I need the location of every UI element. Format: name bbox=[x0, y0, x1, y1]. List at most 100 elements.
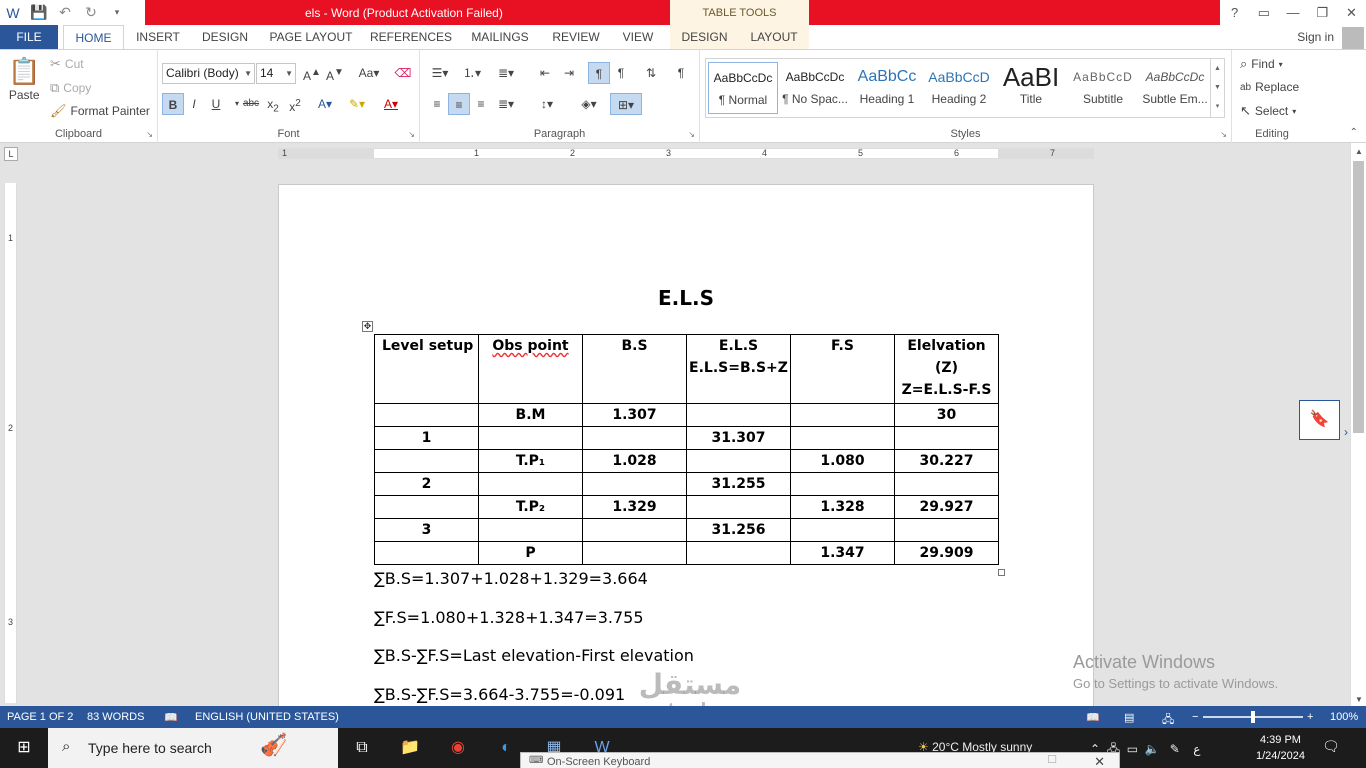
clock[interactable]: 4:39 PM 1/24/2024 bbox=[1256, 732, 1305, 764]
task-view-icon[interactable]: ⧉ bbox=[338, 728, 386, 768]
table-cell[interactable]: 30 bbox=[894, 403, 999, 427]
wifi-icon[interactable]: ▭ bbox=[1127, 742, 1138, 756]
close-button[interactable]: ✕ bbox=[1337, 0, 1366, 25]
language-indicator[interactable]: ENGLISH (UNITED STATES) bbox=[195, 711, 339, 723]
justify-icon[interactable]: ≣▾ bbox=[492, 93, 520, 115]
multilevel-list-icon[interactable]: ≣▾ bbox=[492, 62, 520, 84]
superscript-icon[interactable]: x2 bbox=[284, 93, 306, 115]
numbering-icon[interactable]: ⒈▾ bbox=[458, 62, 486, 84]
font-size-combo[interactable]: 14 ▼ bbox=[256, 63, 296, 84]
table-header-cell[interactable]: Elelvation (Z) Z=E.L.S-F.S bbox=[894, 334, 999, 404]
table-header-cell[interactable]: E.L.S E.L.S=B.S+Z bbox=[686, 334, 791, 404]
shrink-font-icon[interactable]: A▼ bbox=[324, 62, 346, 84]
table-cell[interactable] bbox=[374, 541, 479, 565]
table-cell[interactable] bbox=[894, 426, 999, 450]
zoom-out-icon[interactable]: − bbox=[1192, 711, 1198, 723]
style-heading-1[interactable]: AaBbCc Heading 1 bbox=[852, 62, 922, 114]
tab-design[interactable]: DESIGN bbox=[197, 25, 253, 49]
style-subtle-emphasis[interactable]: AaBbCcDc Subtle Em... bbox=[1140, 62, 1210, 114]
table-cell[interactable]: 29.909 bbox=[894, 541, 999, 565]
scroll-down-icon[interactable]: ▼ bbox=[1351, 695, 1366, 704]
redo-icon[interactable]: ↻ bbox=[78, 0, 104, 25]
table-cell[interactable] bbox=[582, 541, 687, 565]
table-cell[interactable]: 3 bbox=[374, 518, 479, 542]
table-cell[interactable]: 1.328 bbox=[790, 495, 895, 519]
table-move-handle-icon[interactable]: ✥ bbox=[362, 321, 373, 332]
borders-icon[interactable]: ⊞▾ bbox=[610, 93, 642, 115]
table-cell[interactable]: 2 bbox=[374, 472, 479, 496]
table-cell[interactable] bbox=[478, 518, 583, 542]
sign-in-link[interactable]: Sign in bbox=[1297, 30, 1334, 44]
align-center-icon[interactable]: ≡ bbox=[448, 93, 470, 115]
underline-icon[interactable]: U bbox=[205, 93, 227, 115]
table-cell[interactable]: P bbox=[478, 541, 583, 565]
text-effects-icon[interactable]: A▾ bbox=[314, 93, 336, 115]
tab-mailings[interactable]: MAILINGS bbox=[466, 25, 534, 49]
table-cell[interactable]: 1.080 bbox=[790, 449, 895, 473]
vertical-scrollbar[interactable]: ▲ ▼ bbox=[1350, 143, 1366, 706]
tab-table-design[interactable]: DESIGN bbox=[670, 25, 739, 49]
resume-reading-button[interactable]: 🔖 › bbox=[1299, 400, 1348, 440]
file-explorer-icon[interactable]: 📁 bbox=[386, 728, 434, 768]
table-header-cell[interactable]: F.S bbox=[790, 334, 895, 404]
collapse-ribbon-icon[interactable]: ⌃ bbox=[1350, 127, 1358, 138]
undo-icon[interactable]: ↶ bbox=[52, 0, 78, 25]
avatar[interactable] bbox=[1342, 27, 1364, 49]
table-cell[interactable] bbox=[374, 403, 479, 427]
table-cell[interactable]: B.M bbox=[478, 403, 583, 427]
table-cell[interactable] bbox=[790, 426, 895, 450]
table-cell[interactable]: 1.028 bbox=[582, 449, 687, 473]
scroll-thumb[interactable] bbox=[1353, 161, 1364, 433]
align-left-icon[interactable]: ≡ bbox=[426, 93, 448, 115]
table-cell[interactable]: 31.255 bbox=[686, 472, 791, 496]
line-spacing-icon[interactable]: ↕▾ bbox=[532, 93, 562, 115]
style-title[interactable]: AaBI Title bbox=[996, 62, 1066, 114]
subscript-icon[interactable]: x2 bbox=[262, 93, 284, 115]
tab-insert[interactable]: INSERT bbox=[132, 25, 184, 49]
zoom-in-icon[interactable]: + bbox=[1307, 711, 1313, 723]
tab-review[interactable]: REVIEW bbox=[548, 25, 604, 49]
table-header-cell[interactable]: Obs point bbox=[478, 334, 583, 404]
bullets-icon[interactable]: ☰▾ bbox=[426, 62, 454, 84]
dialog-launcher-icon[interactable]: ↘ bbox=[1220, 130, 1227, 139]
els-table[interactable]: Level setup Obs point B.S E.L.S E.L.S=B.… bbox=[374, 334, 999, 565]
strikethrough-icon[interactable]: abc bbox=[240, 93, 262, 115]
pen-icon[interactable]: ✎ bbox=[1170, 742, 1180, 756]
highlight-icon[interactable]: ✎▾ bbox=[346, 93, 368, 115]
table-cell[interactable] bbox=[790, 518, 895, 542]
copy-button[interactable]: ⧉ Copy bbox=[50, 80, 91, 96]
paste-button[interactable]: 📋 Paste bbox=[8, 56, 40, 102]
read-mode-icon[interactable]: 📖 bbox=[1086, 711, 1100, 724]
gallery-more-icon[interactable]: ▾ bbox=[1211, 97, 1224, 116]
word-count[interactable]: 83 WORDS bbox=[87, 711, 144, 723]
chrome-icon[interactable]: ◉ bbox=[434, 728, 482, 768]
clear-formatting-icon[interactable]: ⌫ bbox=[392, 62, 414, 84]
table-cell[interactable]: 1.347 bbox=[790, 541, 895, 565]
table-header-cell[interactable]: Level setup bbox=[374, 334, 479, 404]
ltr-icon[interactable]: ¶ bbox=[588, 62, 610, 84]
windows-start-icon[interactable]: ⊞ bbox=[0, 728, 48, 768]
customize-qat-icon[interactable]: ▾ bbox=[104, 0, 130, 25]
table-cell[interactable] bbox=[374, 449, 479, 473]
font-color-icon[interactable]: A▾ bbox=[380, 93, 402, 115]
style-heading-2[interactable]: AaBbCcD Heading 2 bbox=[924, 62, 994, 114]
taskbar-search[interactable]: ⌕ Type here to search 🎻 bbox=[48, 728, 338, 768]
help-button[interactable]: ? bbox=[1220, 0, 1249, 25]
table-cell[interactable] bbox=[686, 403, 791, 427]
tab-selector[interactable]: L bbox=[4, 147, 18, 161]
find-button[interactable]: ⌕ Find ▾ bbox=[1240, 56, 1283, 72]
table-cell[interactable] bbox=[790, 472, 895, 496]
font-name-combo[interactable]: Calibri (Body) ▼ bbox=[162, 63, 255, 84]
scroll-up-icon[interactable]: ▲ bbox=[1351, 147, 1366, 156]
table-cell[interactable]: 31.256 bbox=[686, 518, 791, 542]
bold-icon[interactable]: B bbox=[162, 93, 184, 115]
tab-view[interactable]: VIEW bbox=[617, 25, 659, 49]
word-app-icon[interactable]: W bbox=[0, 0, 26, 25]
maximize-button[interactable]: ❐ bbox=[1308, 0, 1337, 25]
table-cell[interactable] bbox=[894, 518, 999, 542]
table-cell[interactable] bbox=[790, 403, 895, 427]
tab-table-layout[interactable]: LAYOUT bbox=[739, 25, 809, 49]
minimize-button[interactable]: — bbox=[1278, 0, 1307, 25]
grow-font-icon[interactable]: A▲ bbox=[301, 62, 323, 84]
volume-icon[interactable]: 🔈 bbox=[1145, 742, 1160, 756]
